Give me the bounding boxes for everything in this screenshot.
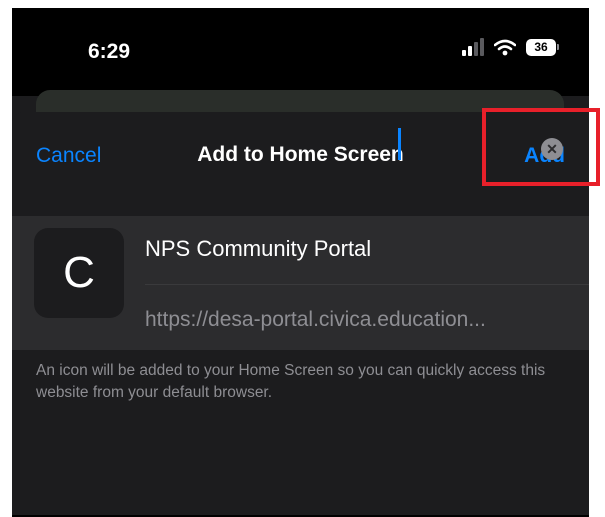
wifi-icon (494, 39, 516, 55)
clear-icon[interactable]: ✕ (541, 138, 563, 160)
name-input[interactable] (145, 232, 525, 266)
text-caret (398, 128, 401, 160)
phone-screen: 6:29 36 Cancel Add to Home Screen C NPS … (12, 8, 589, 517)
footnote-text: An icon will be added to your Home Scree… (36, 362, 546, 401)
status-icons: 36 (462, 38, 559, 56)
cancel-button[interactable]: Cancel (36, 144, 101, 168)
app-icon-preview: C (34, 228, 124, 318)
sheet-nav-bar: Cancel Add to Home Screen Add (12, 112, 589, 216)
status-time: 6:29 (88, 40, 131, 63)
battery-icon: 36 (526, 38, 559, 56)
battery-level: 36 (526, 38, 556, 56)
form-divider (145, 284, 589, 285)
status-bar: 6:29 36 (12, 8, 589, 96)
signal-icon (462, 38, 484, 56)
add-to-home-sheet: Cancel Add to Home Screen Add C https://… (12, 112, 589, 517)
bookmark-form: C https://desa-portal.civica.education..… (12, 216, 589, 350)
url-text: https://desa-portal.civica.education... (145, 308, 486, 331)
